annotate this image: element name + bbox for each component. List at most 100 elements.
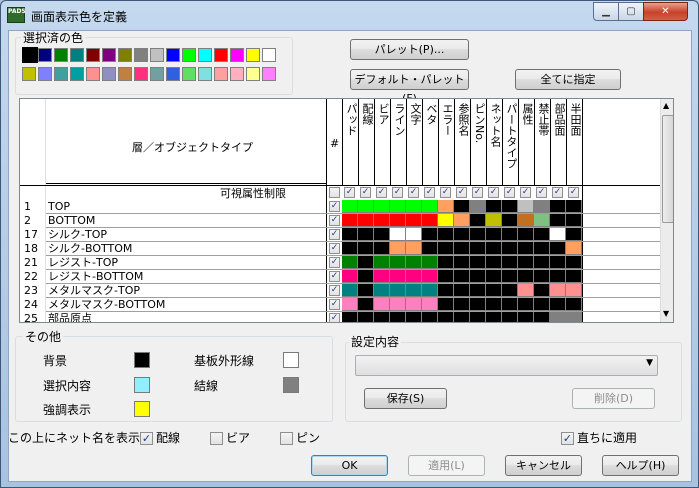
color-cell[interactable]: [406, 256, 422, 269]
color-cell[interactable]: [342, 228, 358, 241]
column-header[interactable]: 文字: [406, 99, 422, 185]
visibility-checkbox[interactable]: ✓: [520, 187, 531, 198]
color-cell[interactable]: [534, 256, 550, 269]
scroll-up-icon[interactable]: ▲: [663, 101, 669, 110]
color-cell[interactable]: [534, 200, 550, 213]
apply-button[interactable]: 適用(L): [408, 455, 485, 476]
color-swatch[interactable]: [214, 67, 228, 81]
color-cell[interactable]: [406, 242, 422, 255]
color-cell[interactable]: [470, 228, 486, 241]
cancel-button[interactable]: キャンセル: [505, 455, 582, 476]
color-cell[interactable]: [486, 270, 502, 283]
color-cell[interactable]: [342, 256, 358, 269]
column-header[interactable]: 部品面: [550, 99, 566, 185]
color-cell[interactable]: [390, 228, 406, 241]
visibility-checkbox[interactable]: ✓: [360, 187, 371, 198]
row-visible-checkbox[interactable]: ✓: [329, 201, 340, 212]
color-cell[interactable]: [566, 270, 582, 283]
color-cell[interactable]: [566, 312, 582, 322]
visibility-checkbox[interactable]: ✓: [344, 187, 355, 198]
color-cell[interactable]: [502, 200, 518, 213]
color-cell[interactable]: [518, 284, 534, 297]
color-cell[interactable]: [550, 270, 566, 283]
color-cell[interactable]: [518, 214, 534, 227]
color-cell[interactable]: [342, 312, 358, 322]
column-header[interactable]: ネット名: [486, 99, 502, 185]
color-cell[interactable]: [358, 270, 374, 283]
color-cell[interactable]: [550, 214, 566, 227]
column-header[interactable]: 配線: [358, 99, 374, 185]
row-visible-checkbox[interactable]: ✓: [329, 243, 340, 254]
color-cell[interactable]: [470, 270, 486, 283]
color-cell[interactable]: [438, 200, 454, 213]
color-cell[interactable]: [470, 312, 486, 322]
color-cell[interactable]: [486, 200, 502, 213]
color-cell[interactable]: [358, 214, 374, 227]
color-cell[interactable]: [486, 256, 502, 269]
row-visible-checkbox[interactable]: ✓: [329, 285, 340, 296]
color-cell[interactable]: [470, 200, 486, 213]
color-cell[interactable]: [422, 200, 438, 213]
color-swatch[interactable]: [150, 67, 164, 81]
color-cell[interactable]: [406, 298, 422, 311]
color-swatch[interactable]: [22, 47, 38, 63]
color-cell[interactable]: [390, 298, 406, 311]
color-swatch[interactable]: [230, 67, 244, 81]
color-cell[interactable]: [406, 214, 422, 227]
color-cell[interactable]: [374, 228, 390, 241]
visibility-checkbox[interactable]: ✓: [440, 187, 451, 198]
color-swatch[interactable]: [246, 67, 260, 81]
color-cell[interactable]: [550, 242, 566, 255]
background-color-box[interactable]: [134, 352, 150, 368]
column-header[interactable]: パートタイプ: [502, 99, 518, 185]
row-visible-checkbox[interactable]: ✓: [329, 215, 340, 226]
color-swatch[interactable]: [262, 67, 276, 81]
color-cell[interactable]: [438, 256, 454, 269]
color-cell[interactable]: [470, 284, 486, 297]
color-cell[interactable]: [486, 242, 502, 255]
assign-all-button[interactable]: 全てに指定: [515, 69, 621, 90]
column-header[interactable]: 禁止帯: [534, 99, 550, 185]
color-cell[interactable]: [534, 214, 550, 227]
maximize-button[interactable]: ▢: [618, 2, 644, 21]
color-cell[interactable]: [502, 270, 518, 283]
visibility-checkbox[interactable]: ✓: [488, 187, 499, 198]
color-swatch[interactable]: [246, 48, 260, 62]
color-swatch[interactable]: [166, 67, 180, 81]
color-cell[interactable]: [342, 284, 358, 297]
color-cell[interactable]: [486, 228, 502, 241]
pin-checkbox[interactable]: [280, 432, 293, 445]
color-cell[interactable]: [470, 214, 486, 227]
color-cell[interactable]: [422, 284, 438, 297]
color-cell[interactable]: [438, 312, 454, 322]
color-cell[interactable]: [438, 228, 454, 241]
color-swatch[interactable]: [134, 48, 148, 62]
color-cell[interactable]: [550, 284, 566, 297]
color-cell[interactable]: [454, 284, 470, 297]
color-cell[interactable]: [566, 256, 582, 269]
color-cell[interactable]: [518, 270, 534, 283]
row-visible-checkbox[interactable]: ✓: [329, 229, 340, 240]
default-palette-button[interactable]: デフォルト・パレット(F): [350, 69, 469, 105]
color-cell[interactable]: [406, 284, 422, 297]
color-cell[interactable]: [566, 214, 582, 227]
visibility-all-checkbox[interactable]: [329, 187, 340, 198]
color-cell[interactable]: [518, 298, 534, 311]
color-cell[interactable]: [342, 298, 358, 311]
color-cell[interactable]: [406, 228, 422, 241]
color-cell[interactable]: [502, 256, 518, 269]
color-cell[interactable]: [534, 312, 550, 322]
color-cell[interactable]: [422, 298, 438, 311]
visibility-checkbox[interactable]: ✓: [408, 187, 419, 198]
color-cell[interactable]: [566, 242, 582, 255]
color-cell[interactable]: [358, 242, 374, 255]
color-cell[interactable]: [454, 270, 470, 283]
color-cell[interactable]: [358, 200, 374, 213]
visibility-checkbox[interactable]: ✓: [504, 187, 515, 198]
column-header[interactable]: 属性: [518, 99, 534, 185]
column-header[interactable]: エラー: [438, 99, 454, 185]
help-button[interactable]: ヘルプ(H): [602, 455, 679, 476]
color-cell[interactable]: [374, 256, 390, 269]
column-header[interactable]: 半田面: [566, 99, 582, 185]
color-swatch[interactable]: [262, 48, 276, 62]
